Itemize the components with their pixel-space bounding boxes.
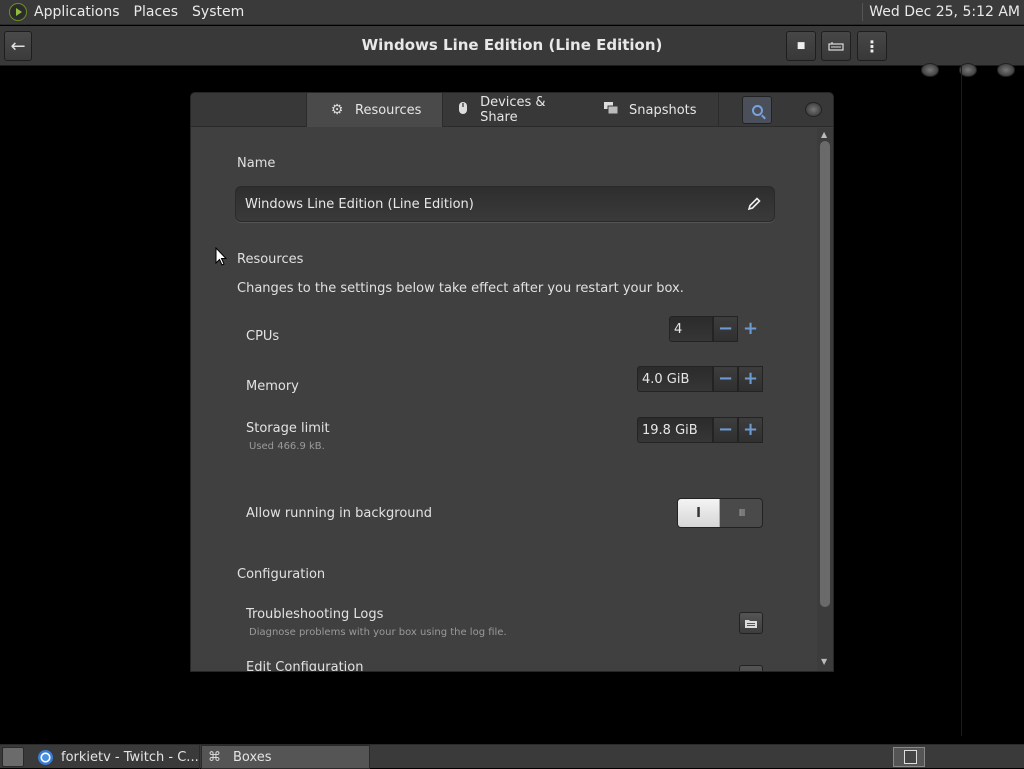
properties-dialog: ⚙ Resources Devices & Share Snapshots Na… [190, 92, 834, 672]
workspace-1[interactable] [904, 750, 917, 764]
taskbar-item-boxes[interactable]: ⌘ Boxes [201, 745, 370, 769]
open-logs-button[interactable] [739, 612, 763, 634]
tab-snapshots[interactable]: Snapshots [581, 93, 719, 127]
chrome-icon [38, 749, 53, 765]
dialog-close-button[interactable] [805, 102, 822, 117]
tab-resources[interactable]: ⚙ Resources [306, 93, 443, 127]
resources-heading: Resources [237, 252, 304, 267]
back-button[interactable]: ← [4, 31, 32, 61]
stop-icon: ■ [796, 41, 806, 51]
memory-increment-button[interactable]: + [738, 366, 763, 392]
menu-button[interactable]: ⋮ [857, 31, 887, 61]
keyboard-icon [828, 42, 844, 51]
gear-icon: ⚙ [330, 102, 344, 118]
name-value: Windows Line Edition (Line Edition) [245, 196, 474, 212]
places-menu[interactable]: Places [134, 4, 179, 20]
background-toggle[interactable]: I III [677, 498, 763, 528]
snapshots-icon [603, 101, 619, 119]
tab-label: Snapshots [629, 102, 697, 118]
troubleshooting-logs-label: Troubleshooting Logs [246, 607, 384, 622]
keyboard-button[interactable] [821, 31, 851, 61]
cpus-decrement-button[interactable]: − [713, 316, 738, 342]
show-desktop-button[interactable] [2, 746, 24, 767]
vertical-dots-icon: ⋮ [864, 36, 880, 56]
folder-icon [745, 619, 757, 628]
taskbar-item-label: Boxes [233, 749, 272, 765]
close-window-button[interactable] [997, 63, 1015, 77]
toggle-on-half: I [678, 499, 720, 527]
scrollbar[interactable]: ▲ ▼ [817, 128, 833, 671]
taskbar-item-browser[interactable]: forkietv - Twitch - C... [32, 745, 200, 769]
clock[interactable]: Wed Dec 25, 5:12 AM [869, 4, 1020, 20]
storage-limit-label: Storage limit [246, 421, 330, 436]
resources-page: Name Windows Line Edition (Line Edition)… [191, 128, 817, 672]
name-field[interactable]: Windows Line Edition (Line Edition) [235, 186, 775, 222]
top-panel: Applications Places System Wed Dec 25, 5… [0, 0, 1024, 25]
edge-divider [961, 66, 962, 736]
storage-increment-button[interactable]: + [738, 417, 763, 443]
tab-devices-share[interactable]: Devices & Share [443, 93, 581, 127]
memory-decrement-button[interactable]: − [713, 366, 738, 392]
storage-decrement-button[interactable]: − [713, 417, 738, 443]
bottom-panel: forkietv - Twitch - C... ⌘ Boxes [0, 744, 1024, 769]
tab-strip: ⚙ Resources Devices & Share Snapshots [191, 93, 833, 127]
restart-note: Changes to the settings below take effec… [237, 281, 684, 296]
minimize-button[interactable] [921, 63, 939, 77]
system-menu[interactable]: System [192, 4, 244, 20]
stop-button[interactable]: ■ [786, 31, 816, 61]
tab-label: Devices & Share [480, 95, 546, 125]
memory-label: Memory [246, 379, 299, 394]
name-label: Name [237, 156, 276, 171]
applications-menu[interactable]: Applications [34, 4, 120, 20]
cpus-label: CPUs [246, 329, 280, 344]
cpus-input[interactable]: 4 [669, 316, 713, 342]
pencil-icon[interactable] [746, 196, 762, 212]
scroll-up-arrow-icon[interactable]: ▲ [821, 130, 827, 139]
cpus-increment-button[interactable]: + [738, 316, 763, 342]
workspace-switcher[interactable] [893, 747, 925, 767]
back-arrow-icon: ← [10, 35, 26, 57]
scrollbar-thumb[interactable] [820, 141, 830, 607]
boxes-icon: ⌘ [208, 749, 221, 765]
search-button[interactable] [742, 96, 772, 124]
toggle-off-half: III [738, 507, 746, 519]
troubleshooting-logs-description: Diagnose problems with your box using th… [249, 627, 507, 638]
memory-input[interactable]: 4.0 GiB [637, 366, 713, 392]
mouse-icon [455, 101, 470, 119]
edit-configuration-button[interactable] [739, 665, 763, 671]
tab-label: Resources [355, 102, 422, 118]
distro-logo-icon[interactable] [9, 3, 27, 21]
panel-separator [862, 3, 864, 21]
storage-input[interactable]: 19.8 GiB [637, 417, 713, 443]
search-icon [751, 104, 763, 116]
background-label: Allow running in background [246, 506, 433, 521]
configuration-heading: Configuration [237, 567, 326, 582]
scroll-down-arrow-icon[interactable]: ▼ [821, 657, 827, 666]
header-bar: ← Windows Line Edition (Line Edition) ■ … [0, 26, 1024, 77]
taskbar-item-label: forkietv - Twitch - C... [61, 749, 199, 765]
storage-used-text: Used 466.9 kB. [249, 441, 325, 452]
edit-configuration-label: Edit Configuration [246, 660, 364, 672]
